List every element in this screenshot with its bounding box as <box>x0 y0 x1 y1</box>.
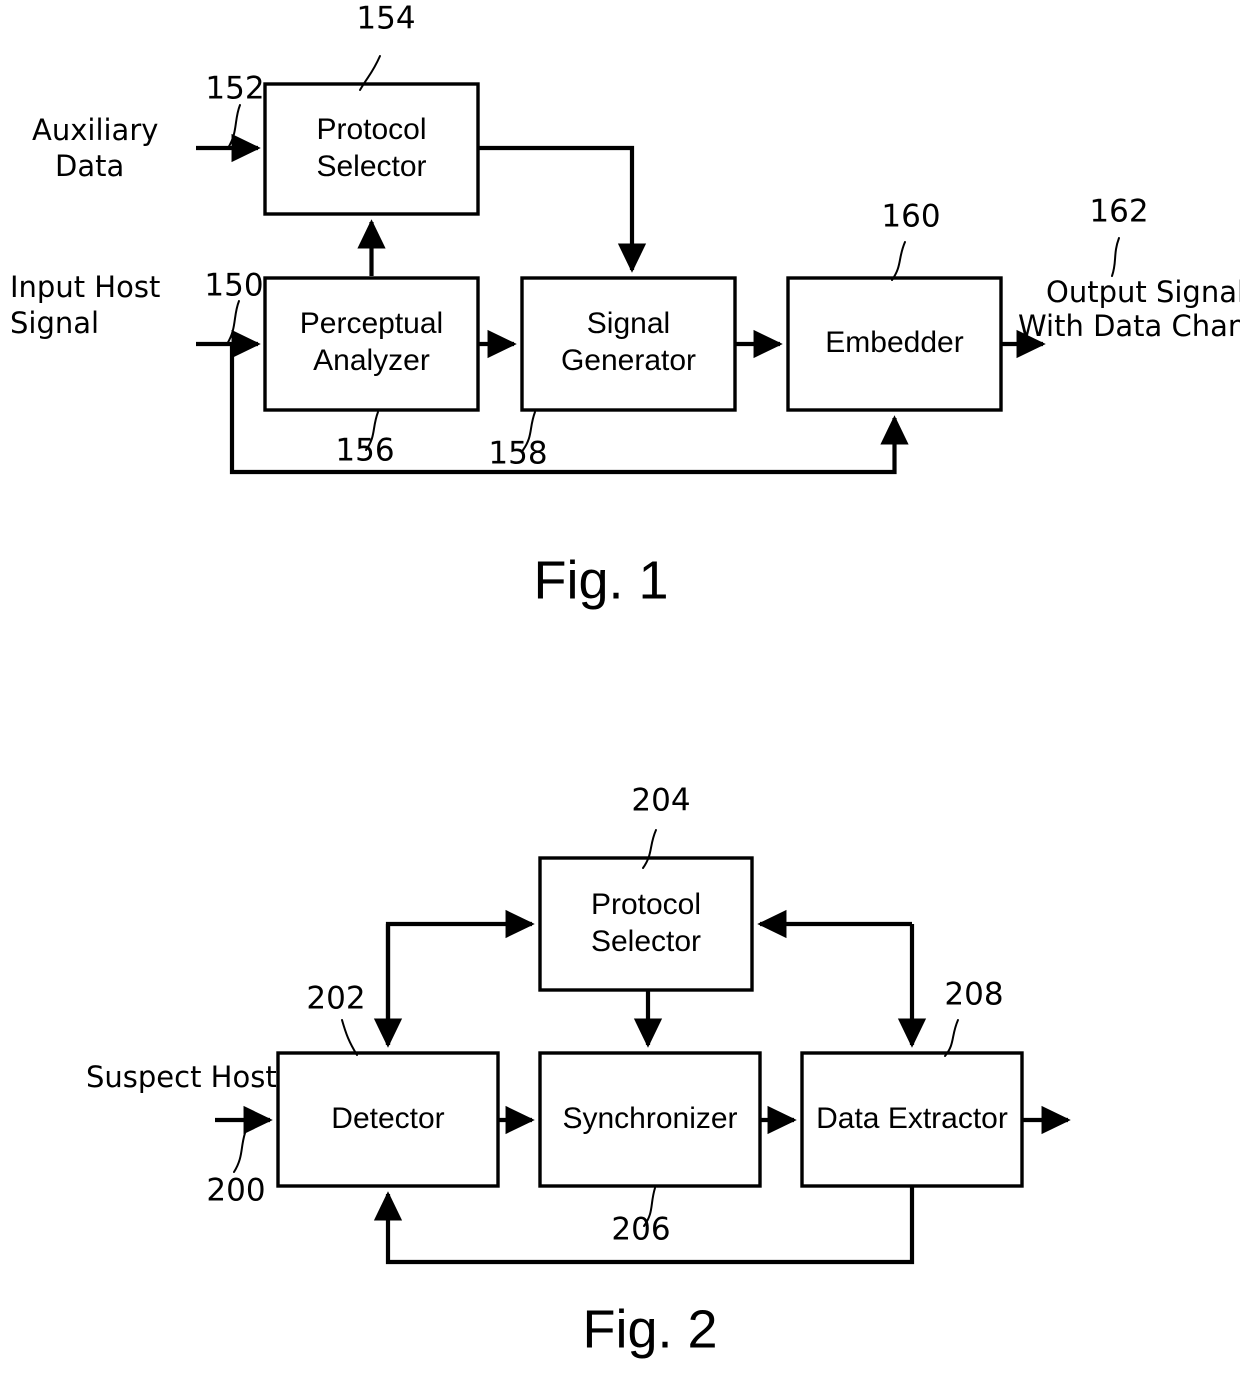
leader-150 <box>226 300 240 345</box>
leader-200 <box>233 1129 247 1173</box>
ref-number-206: 206 <box>611 1212 670 1248</box>
ref-number-156: 156 <box>335 433 394 469</box>
ref-number-204: 204 <box>631 783 690 819</box>
block-label-data-extractor: Data Extractor <box>816 1102 1008 1135</box>
ref-number-200: 200 <box>206 1173 265 1209</box>
ref-number-162: 162 <box>1089 194 1148 230</box>
leader-202 <box>341 1019 358 1056</box>
block-label-signal-generator-line2: Generator <box>561 344 696 377</box>
io-label-auxiliary-data-line1: Auxiliary <box>32 113 158 147</box>
block-label-synchronizer: Synchronizer <box>562 1102 737 1135</box>
leader-152 <box>227 104 241 149</box>
leader-162 <box>1111 237 1120 277</box>
figure-caption-1: Fig. 1 <box>533 550 668 610</box>
io-label-auxiliary-data-line2: Data <box>55 149 124 183</box>
block-label-perceptual-analyzer-line1: Perceptual <box>300 307 443 340</box>
block-label-protocol-selector-fig2-line1: Protocol <box>591 888 701 921</box>
ref-number-150: 150 <box>204 268 263 304</box>
block-label-protocol-selector-fig1-line2: Selector <box>316 150 426 183</box>
io-label-suspect-host: Suspect Host <box>86 1060 277 1094</box>
diagram-canvas: Protocol Selector Perceptual Analyzer Si… <box>10 1 1240 1360</box>
ref-number-154: 154 <box>356 1 415 37</box>
block-label-protocol-selector-fig1-line1: Protocol <box>316 113 426 146</box>
ref-number-158: 158 <box>488 436 547 472</box>
io-label-output-signal-line1: Output Signal <box>1046 275 1240 309</box>
io-label-input-host-signal-line2: Signal <box>10 306 99 340</box>
ref-number-152: 152 <box>205 71 264 107</box>
ref-number-160: 160 <box>881 199 940 235</box>
ref-number-202: 202 <box>306 981 365 1017</box>
figure-caption-2: Fig. 2 <box>582 1299 717 1359</box>
block-label-perceptual-analyzer-line2: Analyzer <box>313 344 430 377</box>
block-label-signal-generator-line1: Signal <box>587 307 670 340</box>
io-label-input-host-signal-line1: Input Host <box>10 270 160 304</box>
io-label-output-signal-line2: With Data Channel <box>1018 309 1240 343</box>
leader-208 <box>944 1019 959 1057</box>
wire-branch-to-protocol-selector-left <box>385 909 535 1045</box>
leader-160 <box>891 241 906 281</box>
ref-number-208: 208 <box>944 977 1003 1013</box>
patent-figure-page: Protocol Selector Perceptual Analyzer Si… <box>0 0 1240 1375</box>
wire-protocol-selector-to-signal-generator <box>478 145 647 273</box>
block-label-embedder: Embedder <box>825 326 963 359</box>
block-label-protocol-selector-fig2-line2: Selector <box>591 925 701 958</box>
block-label-detector: Detector <box>331 1102 444 1135</box>
